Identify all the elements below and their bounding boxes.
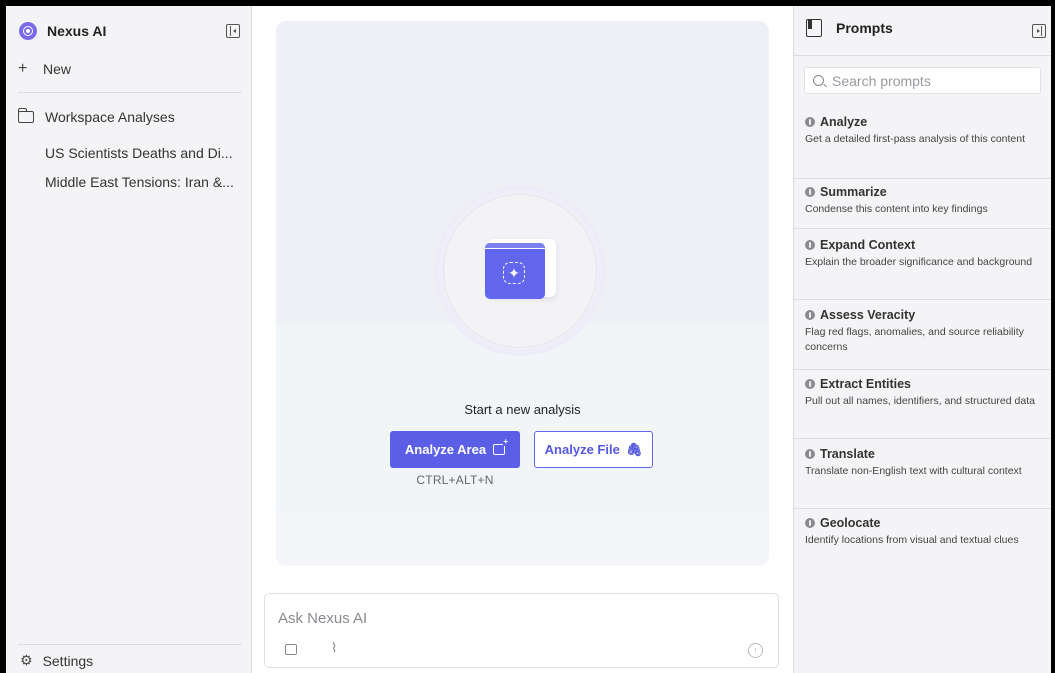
paperclip-icon: 🖇 [625, 441, 643, 457]
info-icon [805, 518, 815, 528]
prompt-title-text: Expand Context [820, 238, 916, 252]
new-label: New [43, 61, 72, 77]
image-icon[interactable] [285, 644, 297, 655]
folder-workspace-analyses[interactable]: Workspace Analyses [18, 108, 175, 125]
prompts-title: Prompts [836, 20, 893, 36]
prompt-description: Explain the broader significance and bac… [805, 256, 1033, 268]
collapse-sidebar-icon[interactable] [226, 24, 240, 38]
start-analysis-text: Start a new analysis [464, 402, 581, 417]
brand-name: Nexus AI [47, 23, 107, 39]
info-icon [805, 187, 815, 197]
info-icon [805, 240, 815, 250]
prompt-item[interactable]: Analyze Get a detailed first-pass analys… [794, 115, 1051, 179]
prompt-title: Analyze [805, 115, 867, 129]
settings-button[interactable]: ⚙ Settings [20, 652, 93, 669]
app-window: Nexus AI + New Workspace Analyses US Sci… [6, 6, 1051, 673]
info-icon [805, 310, 815, 320]
collapse-panel-icon[interactable] [1032, 24, 1046, 38]
thread-item[interactable]: Middle East Tensions: Iran &... [45, 174, 234, 190]
prompt-title-text: Translate [820, 447, 875, 461]
analyze-area-label: Analyze Area [404, 442, 487, 457]
left-sidebar: Nexus AI + New Workspace Analyses US Sci… [6, 6, 252, 673]
prompt-title-text: Extract Entities [820, 377, 912, 391]
brand-logo-icon [19, 22, 37, 40]
prompt-title-text: Summarize [820, 185, 887, 199]
keyboard-shortcut: CTRL+ALT+N [416, 473, 494, 487]
prompts-header: Prompts [806, 19, 893, 37]
prompt-item[interactable]: Extract Entities Pull out all names, ide… [794, 377, 1051, 439]
prompt-title: Extract Entities [805, 377, 911, 391]
prompt-title: Expand Context [805, 238, 915, 252]
analyze-area-button[interactable]: Analyze Area [390, 431, 520, 468]
search-box [804, 67, 1041, 94]
analyze-file-button[interactable]: Analyze File 🖇 [534, 431, 653, 468]
prompt-description: Identify locations from visual and textu… [805, 534, 1019, 546]
divider [18, 644, 242, 645]
prompt-title: Geolocate [805, 516, 880, 530]
analyze-window-icon: ✦ [485, 243, 545, 299]
book-icon [806, 19, 822, 37]
brand: Nexus AI [19, 21, 106, 41]
gear-icon: ⚙ [20, 652, 33, 668]
info-icon [805, 379, 815, 389]
prompt-title: Translate [805, 447, 875, 461]
prompt-description: Flag red flags, anomalies, and source re… [805, 326, 1024, 353]
prompt-description: Get a detailed first-pass analysis of th… [805, 133, 1026, 145]
folder-label: Workspace Analyses [45, 109, 175, 125]
prompt-item[interactable]: Geolocate Identify locations from visual… [794, 516, 1051, 578]
divider [18, 92, 242, 93]
ask-input[interactable] [278, 607, 748, 629]
new-button[interactable]: + New [18, 58, 71, 80]
folder-icon [18, 108, 34, 123]
prompt-item[interactable]: Assess Veracity Flag red flags, anomalie… [794, 308, 1051, 370]
settings-label: Settings [42, 652, 94, 669]
info-icon [805, 449, 815, 459]
info-icon [805, 117, 815, 127]
window-titlebar [485, 243, 545, 249]
sparkle-icon: ✦ [503, 262, 525, 284]
prompt-item[interactable]: Translate Translate non-English text wit… [794, 447, 1051, 509]
paperclip-icon[interactable]: ⌇ [331, 640, 337, 656]
thread-item[interactable]: US Scientists Deaths and Di... [45, 145, 233, 161]
empty-state-card: ✦ Start a new analysis Analyze Area Anal… [276, 21, 769, 566]
prompt-title-text: Assess Veracity [820, 308, 916, 322]
search-icon [813, 75, 824, 86]
prompt-description: Translate non-English text with cultural… [805, 465, 1022, 477]
send-icon[interactable]: ↑ [748, 643, 763, 658]
divider [794, 55, 1051, 56]
prompt-title-text: Analyze [820, 115, 868, 129]
prompt-title-text: Geolocate [820, 516, 881, 530]
crop-icon [493, 438, 509, 455]
prompt-title: Assess Veracity [805, 308, 915, 322]
search-input[interactable] [832, 72, 1032, 89]
prompt-title: Summarize [805, 185, 887, 199]
analyze-file-label: Analyze File [544, 442, 620, 457]
prompt-item[interactable]: Summarize Condense this content into key… [794, 185, 1051, 229]
prompt-description: Condense this content into key findings [805, 203, 988, 215]
chat-composer: ⌇ ↑ [264, 593, 779, 668]
prompts-panel: Prompts Analyze Get a detailed first-pas… [793, 6, 1051, 673]
main-panel: ✦ Start a new analysis Analyze Area Anal… [252, 6, 793, 673]
prompt-description: Pull out all names, identifiers, and str… [805, 395, 1035, 407]
prompt-item[interactable]: Expand Context Explain the broader signi… [794, 238, 1051, 300]
plus-icon: + [18, 60, 28, 77]
